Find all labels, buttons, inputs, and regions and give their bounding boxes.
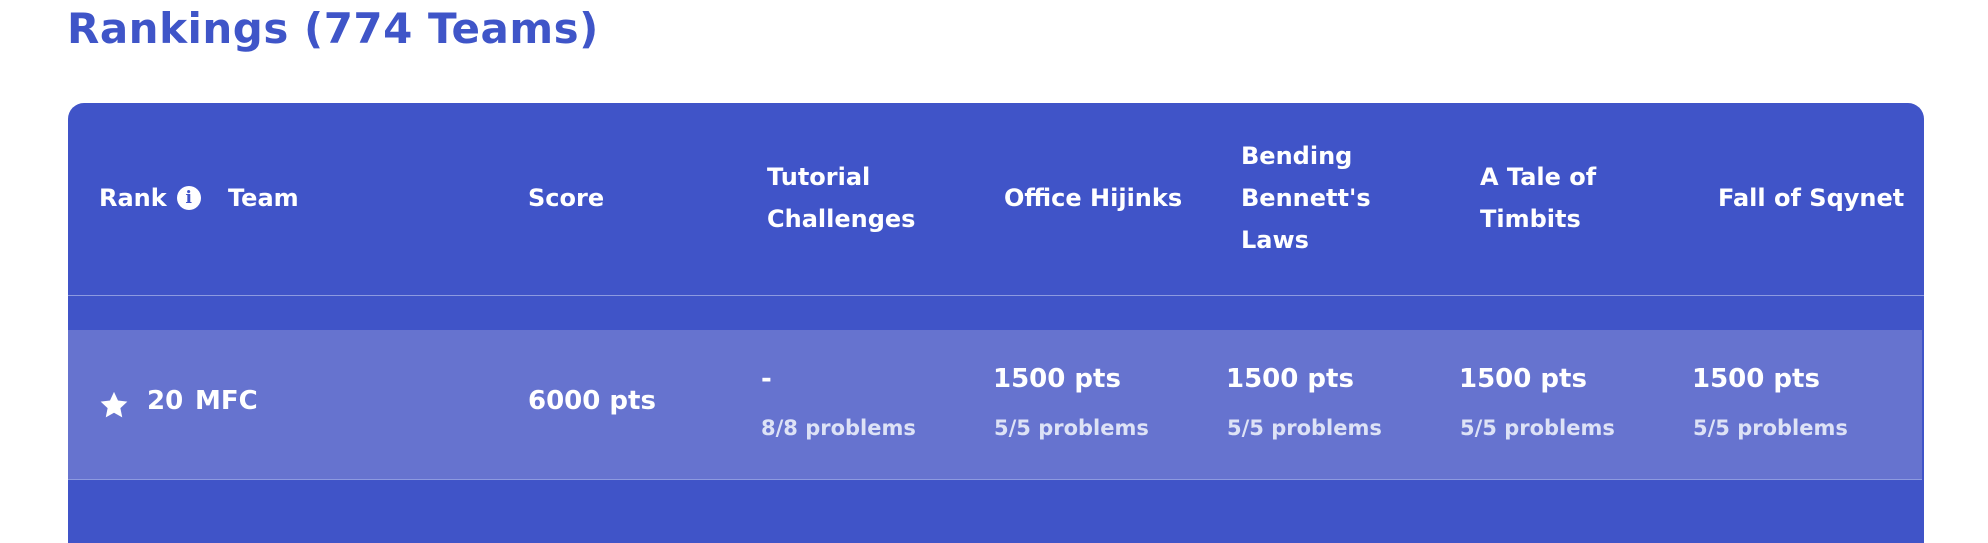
- header-challenge-office-hijinks[interactable]: Office Hijinks: [1004, 103, 1204, 293]
- rankings-table: Rank i Team Score Tutorial Challenges Of…: [68, 103, 1924, 543]
- team-name[interactable]: MFC: [195, 386, 258, 416]
- star-icon[interactable]: [99, 390, 129, 420]
- challenge-problems: 5/5 problems: [1227, 416, 1382, 440]
- table-row[interactable]: 20 MFC 6000 pts - 8/8 problems 1500 pts …: [68, 330, 1922, 480]
- challenge-problems: 5/5 problems: [1693, 416, 1848, 440]
- challenge-points: 1500 pts: [993, 364, 1121, 394]
- header-rank[interactable]: Rank i: [99, 177, 201, 219]
- header-divider: [68, 295, 1924, 296]
- challenge-problems: 8/8 problems: [761, 416, 916, 440]
- challenge-points: 1500 pts: [1226, 364, 1354, 394]
- score-value: 6000 pts: [528, 386, 656, 416]
- header-challenge-tale-of-timbits[interactable]: A Tale of Timbits: [1480, 103, 1680, 293]
- challenge-points: -: [761, 364, 772, 394]
- header-rank-label: Rank: [99, 184, 167, 212]
- header-team[interactable]: Team: [228, 177, 299, 219]
- header-challenge-fall-of-sqynet[interactable]: Fall of Sqynet: [1718, 103, 1918, 293]
- header-challenge-bending-bennetts-laws[interactable]: Bending Bennett's Laws: [1241, 103, 1441, 293]
- info-icon[interactable]: i: [176, 186, 201, 210]
- page-title: Rankings (774 Teams): [67, 4, 599, 53]
- rank-value: 20: [147, 386, 184, 416]
- challenge-problems: 5/5 problems: [994, 416, 1149, 440]
- challenge-points: 1500 pts: [1459, 364, 1587, 394]
- header-score[interactable]: Score: [528, 177, 604, 219]
- header-challenge-tutorial[interactable]: Tutorial Challenges: [767, 103, 967, 293]
- challenge-points: 1500 pts: [1692, 364, 1820, 394]
- challenge-problems: 5/5 problems: [1460, 416, 1615, 440]
